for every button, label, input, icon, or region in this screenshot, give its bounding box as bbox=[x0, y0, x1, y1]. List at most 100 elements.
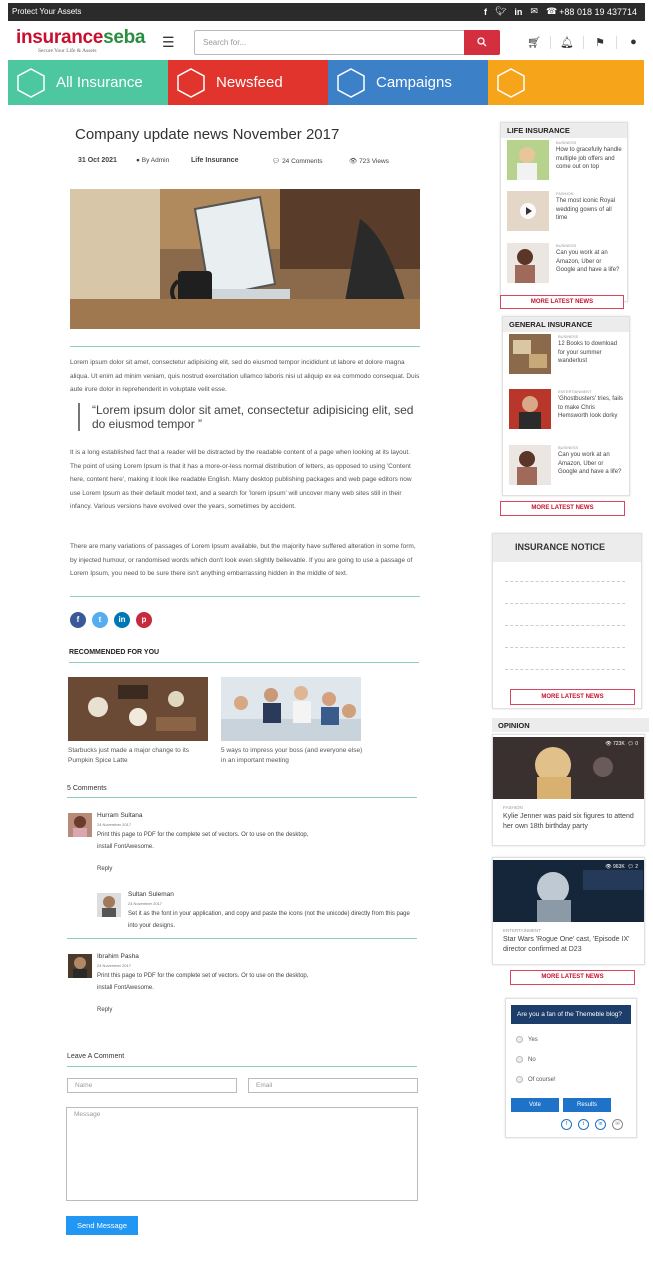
opinion-heading: OPINION bbox=[492, 718, 649, 732]
article-paragraph-2: It is a long established fact that a rea… bbox=[70, 449, 412, 510]
nav-tile-campaigns[interactable]: Campaigns bbox=[328, 60, 488, 105]
thumbnail bbox=[509, 389, 551, 429]
opinion-card[interactable]: 👁︎ 963K 💬︎ 2 ENTERTAINMENT Star Wars 'Ro… bbox=[492, 857, 645, 965]
article-comments-count[interactable]: 💬︎ 24 Comments bbox=[272, 157, 323, 165]
item-title: 12 Books to download for your summer wan… bbox=[558, 341, 618, 364]
nav-tile-all-insurance[interactable]: All Insurance bbox=[8, 60, 168, 105]
message-field[interactable]: Message bbox=[66, 1107, 418, 1201]
reply-link[interactable]: Reply bbox=[97, 866, 112, 872]
comments-count: 0 bbox=[635, 741, 638, 747]
twitter-share-icon[interactable]: t bbox=[92, 612, 108, 628]
vote-button[interactable]: Vote bbox=[511, 1098, 559, 1112]
nav-label: All Insurance bbox=[56, 74, 143, 91]
list-item[interactable]: BUSINESS Can you work at an Amazon, Uber… bbox=[509, 445, 627, 491]
radio-button bbox=[516, 1036, 523, 1043]
hexagon-icon bbox=[177, 67, 205, 98]
linkedin-icon[interactable]: in bbox=[514, 7, 522, 17]
eye-icon: 👁︎ bbox=[349, 158, 360, 165]
radio-button bbox=[516, 1056, 523, 1063]
poll-option-no[interactable]: No bbox=[516, 1056, 636, 1063]
comment-author: Ibrahim Pasha bbox=[97, 953, 139, 960]
opinion-card[interactable]: 👁︎ 723K 💬︎ 0 FASHION Kylie Jenner was pa… bbox=[492, 734, 645, 846]
poll-option-yes[interactable]: Yes bbox=[516, 1036, 636, 1043]
linkedin-share-icon[interactable]: in bbox=[114, 612, 130, 628]
recommended-image-2[interactable] bbox=[221, 677, 361, 741]
list-item[interactable]: BUSINESS Can you work at an Amazon, Uber… bbox=[507, 243, 625, 289]
avatar bbox=[68, 954, 92, 978]
bell-icon[interactable]: 🔔︎ bbox=[551, 36, 584, 49]
search-icon bbox=[477, 37, 487, 47]
life-insurance-widget: LIFE INSURANCE BUSINESS How to gracefull… bbox=[500, 122, 628, 302]
thumbnail bbox=[507, 140, 549, 180]
divider bbox=[70, 596, 420, 597]
avatar bbox=[68, 813, 92, 837]
article-paragraph-3: There are many variations of passages of… bbox=[70, 543, 416, 577]
recommended-caption-1[interactable]: Starbucks just made a major change to it… bbox=[68, 746, 213, 766]
recommended-caption-2[interactable]: 5 ways to impress your boss (and everyon… bbox=[221, 746, 366, 766]
list-item[interactable]: FASHION The most iconic Royal wedding go… bbox=[507, 191, 625, 237]
brand-tagline: Secure Your Life & Assets bbox=[38, 48, 97, 54]
list-item[interactable]: ENTERTAINMENT 'Ghostbusters' tries, fail… bbox=[509, 389, 627, 435]
twitter-icon[interactable]: 🐦︎ bbox=[495, 6, 506, 17]
phone-icon: ☎ bbox=[545, 6, 558, 16]
more-latest-news-button[interactable]: MORE LATEST NEWS bbox=[510, 970, 635, 985]
comment-date: 24 November 2017 bbox=[97, 822, 132, 827]
comment-text: Set it as the font in your application, … bbox=[128, 911, 410, 929]
option-label: No bbox=[528, 1056, 536, 1063]
twitter-icon[interactable]: t bbox=[578, 1119, 589, 1130]
opinion-stats: 👁︎ 963K 💬︎ 2 bbox=[605, 864, 638, 870]
pinterest-share-icon[interactable]: p bbox=[136, 612, 152, 628]
brand-part-1: insurance bbox=[16, 27, 104, 48]
list-item[interactable]: BUSINESS 12 Books to download for your s… bbox=[509, 334, 627, 380]
nav-tile-newsfeed[interactable]: Newsfeed bbox=[168, 60, 328, 105]
comment-author: Hurram Sultana bbox=[97, 812, 143, 819]
poll-social-icons: f t in ✉ bbox=[561, 1119, 623, 1130]
user-icon[interactable]: ● bbox=[617, 36, 650, 49]
mail-icon[interactable]: ✉ bbox=[530, 6, 538, 17]
comment-text: Print this page to PDF for the complete … bbox=[97, 832, 309, 850]
site-logo[interactable]: insuranceseba Secure Your Life & Assets bbox=[16, 27, 145, 55]
option-label: Yes bbox=[528, 1036, 538, 1043]
item-category: BUSINESS bbox=[556, 243, 577, 248]
facebook-icon[interactable]: f bbox=[484, 7, 487, 17]
flag-icon[interactable]: ⚑ bbox=[584, 36, 617, 49]
recommended-image-1[interactable] bbox=[68, 677, 208, 741]
item-title: 'Ghostbusters' tries, fails to make Chri… bbox=[558, 396, 623, 419]
item-category: ENTERTAINMENT bbox=[503, 928, 541, 933]
comment-icon: 💬︎ bbox=[272, 158, 283, 165]
views-count: 963K bbox=[613, 864, 625, 870]
send-message-button[interactable]: Send Message bbox=[66, 1216, 138, 1235]
phone-number[interactable]: +88 018 19 437714 bbox=[559, 7, 637, 17]
search-bar[interactable]: Search for... bbox=[194, 30, 500, 55]
item-category: FASHION bbox=[503, 805, 523, 810]
reply-link[interactable]: Reply bbox=[97, 1007, 112, 1013]
thumbnail bbox=[507, 243, 549, 283]
facebook-share-icon[interactable]: f bbox=[70, 612, 86, 628]
search-input[interactable]: Search for... bbox=[203, 38, 246, 47]
more-latest-news-button[interactable]: MORE LATEST NEWS bbox=[510, 689, 635, 705]
form-heading: Leave A Comment bbox=[67, 1053, 125, 1060]
search-button[interactable] bbox=[464, 30, 500, 55]
views-label: 723 Views bbox=[359, 158, 389, 165]
divider bbox=[69, 662, 419, 663]
more-latest-news-button[interactable]: MORE LATEST NEWS bbox=[500, 295, 624, 309]
article-date: 31 Oct 2021 bbox=[78, 157, 117, 164]
article-author[interactable]: ● By Admin bbox=[136, 157, 169, 164]
poll-option-of-course[interactable]: Of course! bbox=[516, 1076, 636, 1083]
email-field[interactable]: Email bbox=[248, 1078, 418, 1093]
item-title: Star Wars 'Rogue One' cast, 'Episode IX'… bbox=[503, 936, 630, 953]
list-item[interactable]: BUSINESS How to gracefully handle multip… bbox=[507, 140, 625, 186]
linkedin-icon[interactable]: in bbox=[595, 1119, 606, 1130]
mail-icon[interactable]: ✉ bbox=[612, 1119, 623, 1130]
article-category[interactable]: Life Insurance bbox=[191, 157, 238, 164]
cart-icon[interactable]: 🛒︎ bbox=[518, 36, 551, 49]
results-button[interactable]: Results bbox=[563, 1098, 611, 1112]
more-latest-news-button[interactable]: MORE LATEST NEWS bbox=[500, 501, 625, 516]
name-field[interactable]: Name bbox=[67, 1078, 237, 1093]
hamburger-menu-icon[interactable]: ☰ bbox=[162, 34, 175, 51]
item-category: ENTERTAINMENT bbox=[558, 389, 592, 394]
article-blockquote: “Lorem ipsum dolor sit amet, consectetur… bbox=[78, 403, 418, 431]
nav-tile-more[interactable] bbox=[488, 60, 644, 105]
hexagon-icon bbox=[497, 67, 525, 98]
facebook-icon[interactable]: f bbox=[561, 1119, 572, 1130]
